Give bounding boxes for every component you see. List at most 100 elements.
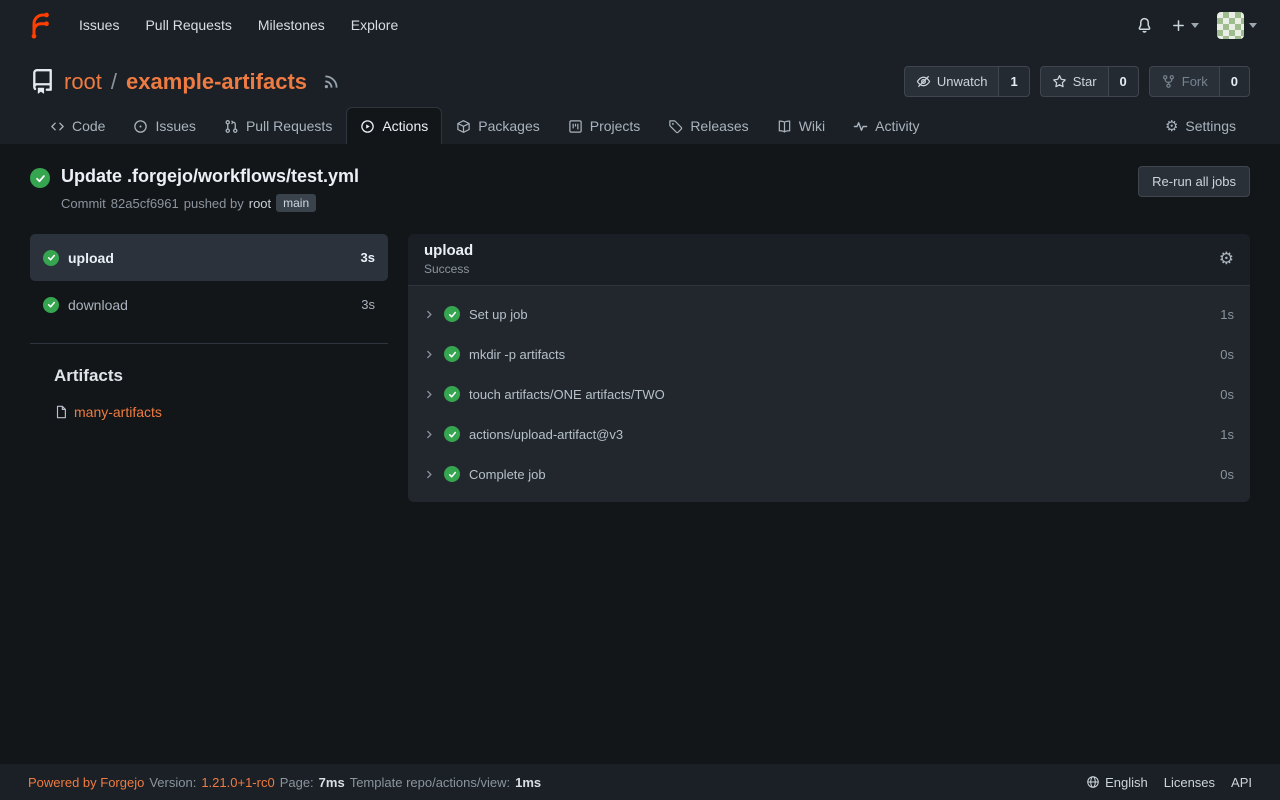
step-name: touch artifacts/ONE artifacts/TWO [469,387,665,402]
nav-milestones[interactable]: Milestones [245,9,338,41]
licenses-link[interactable]: Licenses [1164,775,1215,790]
tab-pull-requests[interactable]: Pull Requests [210,107,346,144]
create-new-dropdown[interactable] [1162,12,1208,39]
language-selector[interactable]: English [1086,775,1148,790]
play-circle-icon [360,119,375,134]
tab-activity[interactable]: Activity [839,107,933,144]
issue-icon [133,119,148,134]
success-check-icon [444,426,460,442]
notifications-button[interactable] [1127,11,1162,40]
step-duration: 0s [1220,387,1234,402]
tab-projects[interactable]: Projects [554,107,655,144]
tab-actions[interactable]: Actions [346,107,442,144]
pulse-icon [853,119,868,134]
tab-code[interactable]: Code [36,107,119,144]
tab-label: Projects [590,118,641,134]
repo-separator: / [111,69,117,95]
step-name: mkdir -p artifacts [469,347,565,362]
powered-by-link[interactable]: Powered by Forgejo [28,775,144,790]
nav-issues[interactable]: Issues [66,9,132,41]
fork-label: Fork [1182,74,1208,89]
chevron-down-icon [1191,23,1199,28]
repo-owner-link[interactable]: root [64,69,102,95]
code-icon [50,119,65,134]
chevron-right-icon [424,349,435,360]
run-title: Update .forgejo/workflows/test.yml [61,166,359,187]
nav-explore[interactable]: Explore [338,9,411,41]
fork-count[interactable]: 0 [1219,67,1249,96]
artifact-name: many-artifacts [74,404,162,420]
fork-icon [1161,74,1176,89]
step-row[interactable]: Complete job 0s [408,454,1250,494]
pushed-by-label: pushed by [184,196,244,211]
forgejo-logo-icon [24,10,54,40]
success-check-icon [30,168,50,188]
book-icon [777,119,792,134]
pusher-link[interactable]: root [249,196,271,211]
star-button[interactable]: Star 0 [1040,66,1139,97]
commit-sha[interactable]: 82a5cf6961 [111,196,179,211]
job-steps-list: Set up job 1s mkdir -p artifacts 0s [408,286,1250,502]
document-icon [54,405,68,419]
tab-releases[interactable]: Releases [654,107,762,144]
tab-label: Pull Requests [246,118,332,134]
rss-feed-button[interactable] [322,73,340,91]
step-duration: 1s [1220,427,1234,442]
step-row[interactable]: Set up job 1s [408,294,1250,334]
tab-label: Code [72,118,105,134]
job-detail-header: upload Success ⚙ [408,234,1250,286]
job-duration: 3s [361,297,375,312]
job-row-download[interactable]: download 3s [30,281,388,328]
step-row[interactable]: touch artifacts/ONE artifacts/TWO 0s [408,374,1250,414]
rss-icon [322,73,340,91]
job-detail-status: Success [424,262,473,276]
chevron-right-icon [424,309,435,320]
step-row[interactable]: mkdir -p artifacts 0s [408,334,1250,374]
tab-issues[interactable]: Issues [119,107,209,144]
star-icon [1052,74,1067,89]
step-duration: 0s [1220,347,1234,362]
repo-tabs: Code Issues Pull Requests Actions [30,107,1250,144]
tag-icon [668,119,683,134]
page-time-label: Page: [280,775,314,790]
step-row[interactable]: actions/upload-artifact@v3 1s [408,414,1250,454]
watch-count[interactable]: 1 [998,67,1028,96]
tab-wiki[interactable]: Wiki [763,107,839,144]
footer-links: English Licenses API [1086,775,1252,790]
globe-icon [1086,775,1100,789]
rerun-all-jobs-button[interactable]: Re-run all jobs [1138,166,1250,197]
version-link[interactable]: 1.21.0+1-rc0 [201,775,274,790]
tab-label: Issues [155,118,195,134]
job-options-gear-icon[interactable]: ⚙ [1219,251,1234,268]
job-row-upload[interactable]: upload 3s [30,234,388,281]
fork-button[interactable]: Fork 0 [1149,66,1250,97]
step-duration: 1s [1220,307,1234,322]
repo-name-link[interactable]: example-artifacts [126,69,307,95]
job-name: upload [68,250,114,266]
tab-label: Settings [1185,118,1236,134]
job-name: download [68,297,128,313]
language-label: English [1105,775,1148,790]
star-count[interactable]: 0 [1108,67,1138,96]
artifact-link[interactable]: many-artifacts [54,404,162,420]
branch-badge[interactable]: main [276,194,316,212]
unwatch-label: Unwatch [937,74,988,89]
success-check-icon [444,346,460,362]
nav-pull-requests[interactable]: Pull Requests [132,9,244,41]
api-link[interactable]: API [1231,775,1252,790]
artifacts-title: Artifacts [54,366,388,386]
success-check-icon [43,250,59,266]
step-name: Set up job [469,307,528,322]
chevron-right-icon [424,469,435,480]
eye-off-icon [916,74,931,89]
tab-packages[interactable]: Packages [442,107,553,144]
run-columns: upload 3s download 3s Artifacts [30,234,1250,502]
job-detail-panel: upload Success ⚙ Set up job 1s [408,234,1250,502]
success-check-icon [43,297,59,313]
tab-settings[interactable]: ⚙ Settings [1151,107,1250,144]
unwatch-button[interactable]: Unwatch 1 [904,66,1030,97]
forgejo-logo[interactable] [22,8,56,42]
user-menu-dropdown[interactable] [1208,6,1266,45]
job-detail-name: upload [424,242,473,259]
star-label: Star [1073,74,1097,89]
